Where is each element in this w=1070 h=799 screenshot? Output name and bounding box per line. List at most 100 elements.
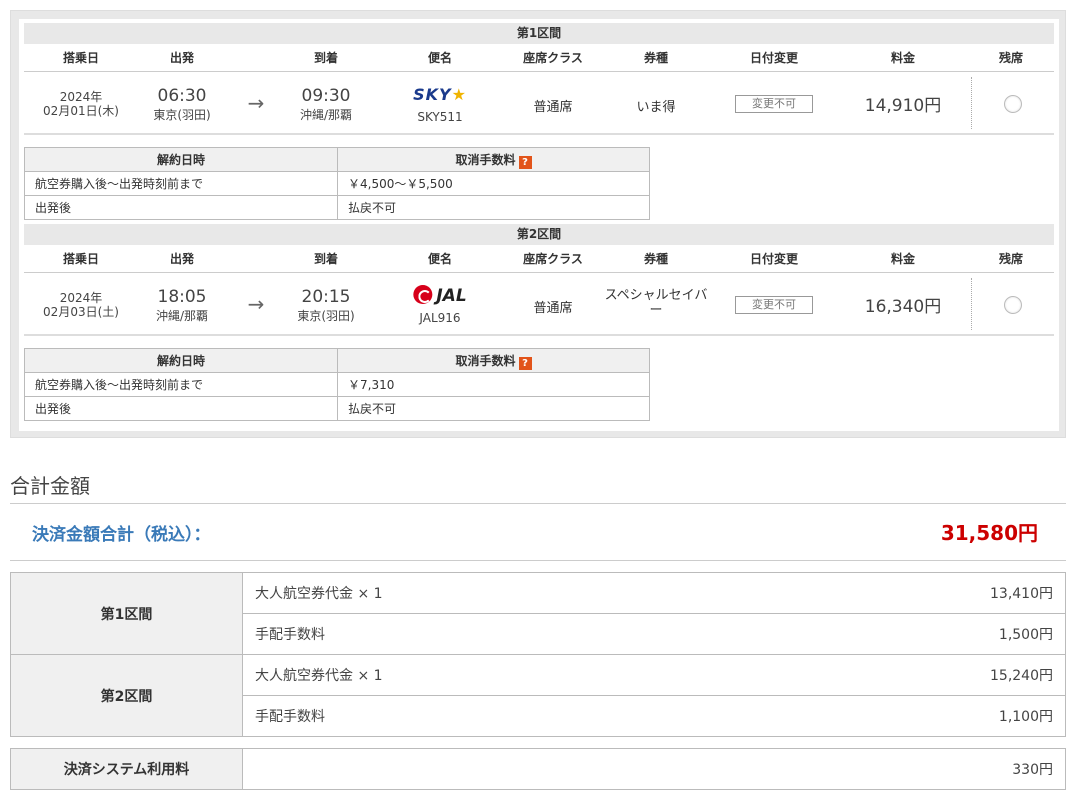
boarding-year: 2024年 <box>59 90 103 104</box>
arrow-right-icon: → <box>247 292 265 316</box>
jal-crane-icon <box>413 285 433 304</box>
flight-number: JAL916 <box>419 311 461 325</box>
jal-logo-icon: JAL <box>413 285 467 306</box>
skymark-logo-icon: SKY★ <box>413 85 467 104</box>
table-row: 出発後 払戻不可 <box>24 396 650 421</box>
fare-type: いま得 <box>636 100 676 115</box>
system-fee-table: 決済システム利用料 330円 <box>10 748 1066 790</box>
table-row: 出発後 払戻不可 <box>24 195 650 220</box>
price-breakdown-table: 第1区間 大人航空券代金 × 1 13,410円 手配手数料 1,500円 第2… <box>10 572 1066 737</box>
segment-2-header: 搭乗日 出発 到着 便名 座席クラス 券種 日付変更 料金 残席 <box>24 245 1054 273</box>
flight-row-1: 2024年 02月01日(木) 06:30 東京(羽田) → 09:30 沖縄/… <box>24 73 1054 135</box>
breakdown-segment-label: 第1区間 <box>10 572 243 655</box>
seat-class: 普通席 <box>533 301 573 316</box>
arrival-place: 東京(羽田) <box>297 309 355 323</box>
table-row: 第1区間 大人航空券代金 × 1 13,410円 <box>10 572 1066 655</box>
cancel-fee: 払戻不可 <box>337 195 650 220</box>
header-arrival: 到着 <box>313 252 339 266</box>
itinerary-content: 第1区間 搭乗日 出発 到着 便名 座席クラス 券種 日付変更 料金 残席 20… <box>19 19 1059 431</box>
departure-time: 18:05 <box>157 287 207 307</box>
header-date-change: 日付変更 <box>749 51 799 65</box>
segment-2-title: 第2区間 <box>24 224 1054 245</box>
segment-price: 14,910円 <box>864 96 942 116</box>
breakdown-item: 大人航空券代金 × 1 <box>242 572 906 614</box>
date-change-badge: 変更不可 <box>735 95 813 113</box>
segment-1-header: 搭乗日 出発 到着 便名 座席クラス 券種 日付変更 料金 残席 <box>24 44 1054 72</box>
header-fare-type: 券種 <box>643 252 669 266</box>
cancel-header-fee: 取消手数料? <box>337 147 650 172</box>
header-flight-no: 便名 <box>427 252 453 266</box>
breakdown-item: 手配手数料 <box>242 695 906 737</box>
cancel-period: 航空券購入後～出発時刻前まで <box>24 171 338 196</box>
cancel-fee: 払戻不可 <box>337 396 650 421</box>
divider <box>971 77 972 129</box>
departure-place: 沖縄/那覇 <box>155 309 209 323</box>
cancel-period: 航空券購入後～出発時刻前まで <box>24 372 338 397</box>
header-seats-left: 残席 <box>998 51 1024 65</box>
header-seat-class: 座席クラス <box>523 252 583 266</box>
help-icon[interactable]: ? <box>518 356 532 370</box>
header-departure: 出発 <box>169 252 195 266</box>
breakdown-amount: 15,240円 <box>905 654 1066 696</box>
header-seat-class: 座席クラス <box>523 51 583 65</box>
date-change-badge: 変更不可 <box>735 296 813 314</box>
payment-total-value: 31,580円 <box>940 521 1038 545</box>
boarding-year: 2024年 <box>59 291 103 305</box>
cancel-fee: ￥4,500～￥5,500 <box>337 171 650 196</box>
divider <box>10 503 1066 504</box>
cancel-period: 出発後 <box>24 195 338 220</box>
cancel-period: 出発後 <box>24 396 338 421</box>
header-boarding-date: 搭乗日 <box>62 51 100 65</box>
header-fare-type: 券種 <box>643 51 669 65</box>
table-row: 航空券購入後～出発時刻前まで ￥7,310 <box>24 372 650 397</box>
breakdown-item: 手配手数料 <box>242 613 906 655</box>
boarding-date: 02月01日(木) <box>43 104 119 118</box>
flight-number: SKY511 <box>417 110 463 124</box>
payment-total-label: 決済金額合計（税込）： <box>32 525 211 545</box>
boarding-date: 02月03日(土) <box>43 305 119 319</box>
cancel-fee-table-2: 解約日時 取消手数料? 航空券購入後～出発時刻前まで ￥7,310 出発後 払戻… <box>24 348 650 421</box>
breakdown-item: 大人航空券代金 × 1 <box>242 654 906 696</box>
select-flight-radio[interactable] <box>1004 95 1022 113</box>
header-seats-left: 残席 <box>998 252 1024 266</box>
itinerary-panel: 第1区間 搭乗日 出発 到着 便名 座席クラス 券種 日付変更 料金 残席 20… <box>10 10 1066 438</box>
departure-place: 東京(羽田) <box>153 108 211 122</box>
segment-price: 16,340円 <box>864 297 942 317</box>
header-price: 料金 <box>890 252 916 266</box>
fare-type: スペシャルセイバ ー <box>604 288 708 318</box>
table-row: 第2区間 大人航空券代金 × 1 15,240円 <box>10 654 1066 737</box>
departure-time: 06:30 <box>157 86 207 106</box>
cancel-header-period: 解約日時 <box>24 147 338 172</box>
header-price: 料金 <box>890 51 916 65</box>
header-arrival: 到着 <box>313 51 339 65</box>
help-icon[interactable]: ? <box>518 155 532 169</box>
breakdown-amount: 13,410円 <box>905 572 1066 614</box>
table-row: 航空券購入後～出発時刻前まで ￥4,500～￥5,500 <box>24 171 650 196</box>
seat-class: 普通席 <box>533 100 573 115</box>
divider <box>10 560 1066 561</box>
cancel-fee: ￥7,310 <box>337 372 650 397</box>
divider <box>971 278 972 330</box>
cancel-header-period: 解約日時 <box>24 348 338 373</box>
arrival-time: 20:15 <box>301 287 351 307</box>
breakdown-amount: 1,100円 <box>905 695 1066 737</box>
arrival-place: 沖縄/那覇 <box>299 108 353 122</box>
total-section-title: 合計金額 <box>10 474 90 498</box>
system-fee-amount: 330円 <box>905 748 1066 790</box>
arrow-right-icon: → <box>247 91 265 115</box>
breakdown-amount: 1,500円 <box>905 613 1066 655</box>
cancel-fee-table-1: 解約日時 取消手数料? 航空券購入後～出発時刻前まで ￥4,500～￥5,500… <box>24 147 650 220</box>
header-date-change: 日付変更 <box>749 252 799 266</box>
segment-1-title: 第1区間 <box>24 23 1054 44</box>
header-departure: 出発 <box>169 51 195 65</box>
table-row: 決済システム利用料 330円 <box>10 748 1066 790</box>
header-boarding-date: 搭乗日 <box>62 252 100 266</box>
system-fee-label: 決済システム利用料 <box>10 748 243 790</box>
select-flight-radio[interactable] <box>1004 296 1022 314</box>
cancel-header-fee: 取消手数料? <box>337 348 650 373</box>
arrival-time: 09:30 <box>301 86 351 106</box>
header-flight-no: 便名 <box>427 51 453 65</box>
system-fee-spacer <box>242 748 906 790</box>
breakdown-segment-label: 第2区間 <box>10 654 243 737</box>
flight-row-2: 2024年 02月03日(土) 18:05 沖縄/那覇 → 20:15 東京(羽… <box>24 274 1054 336</box>
